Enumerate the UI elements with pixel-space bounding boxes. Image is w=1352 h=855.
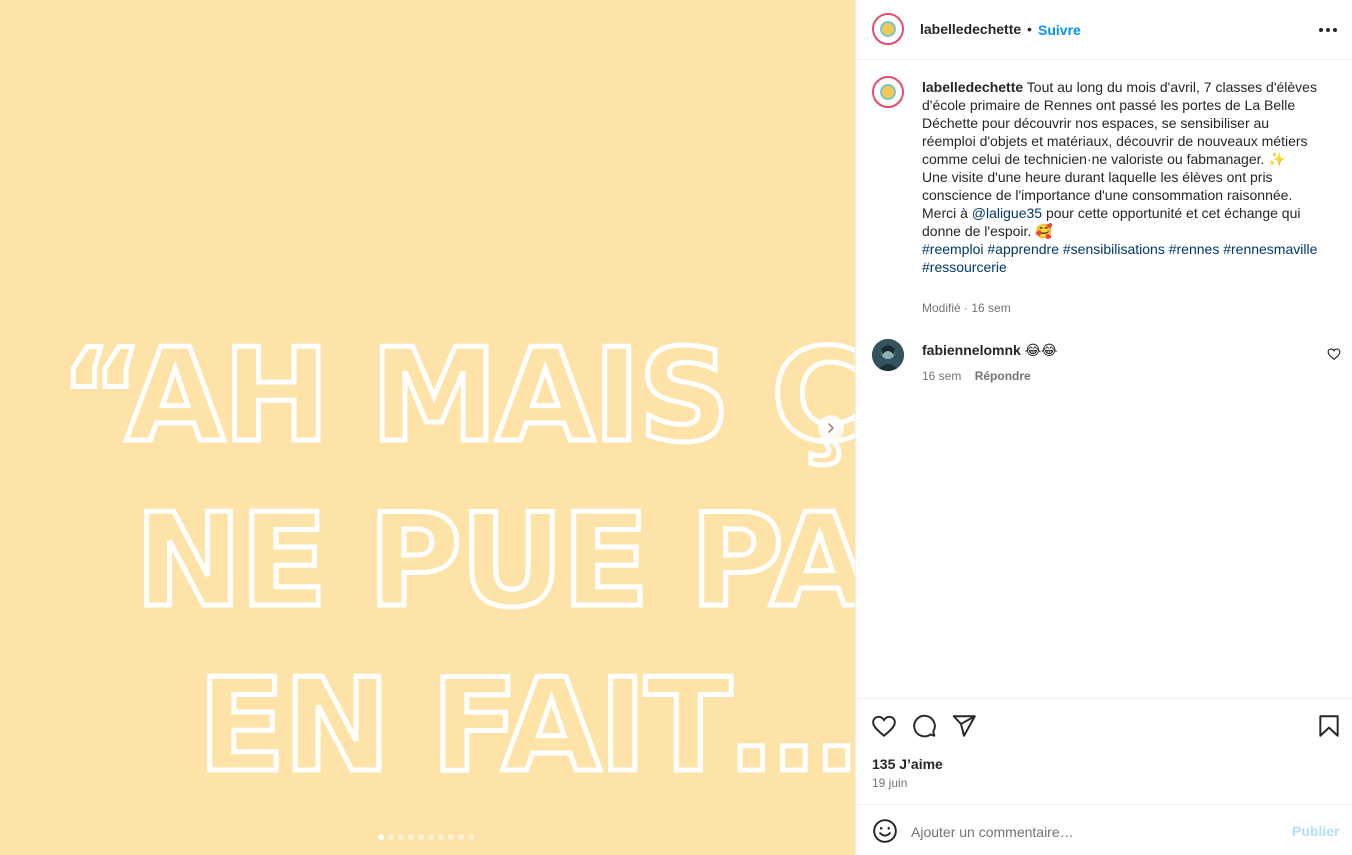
carousel-dot: [468, 834, 474, 840]
quote-line-1: “AH MAIS ÇA: [60, 322, 855, 471]
caption-time[interactable]: 16 sem: [971, 301, 1010, 315]
more-dot-icon: [1326, 28, 1330, 32]
carousel-dot: [408, 834, 414, 840]
caption-avatar[interactable]: [872, 76, 904, 108]
carousel-dot: [448, 834, 454, 840]
chevron-right-icon: [828, 423, 834, 433]
post-media: “AH MAIS ÇA NE PUE PAS EN FAIT…”: [0, 0, 855, 855]
commenter-avatar[interactable]: [872, 339, 904, 371]
post-caption: labelledechette Tout au long du mois d'a…: [922, 78, 1322, 276]
author-username[interactable]: labelledechette: [920, 21, 1021, 37]
caption-text-3a: Merci à: [922, 205, 968, 221]
more-dot-icon: [1333, 28, 1337, 32]
commenter-username[interactable]: fabiennelomnk: [922, 342, 1021, 358]
carousel-dot: [378, 834, 384, 840]
hashtag-link[interactable]: #apprendre: [987, 241, 1059, 257]
caption-username[interactable]: labelledechette: [922, 79, 1023, 95]
publish-button[interactable]: Publier: [1292, 823, 1339, 839]
add-comment-bar: Publier: [856, 804, 1352, 855]
comment-text: 😂😂: [1024, 342, 1058, 358]
profile-photo-icon: [872, 339, 904, 371]
post-header: labelledechette • Suivre: [856, 0, 1352, 60]
post-date[interactable]: 19 juin: [872, 776, 907, 790]
comment-bubble-icon[interactable]: [911, 713, 937, 739]
reply-button[interactable]: Répondre: [975, 369, 1031, 383]
carousel-dot: [398, 834, 404, 840]
carousel-dot: [438, 834, 444, 840]
quote-line-3: EN FAIT…”: [198, 652, 855, 801]
post-actions: 135 J’aime 19 juin: [856, 698, 1352, 804]
hashtag-link[interactable]: #reemploi: [922, 241, 983, 257]
likes-count[interactable]: 135 J’aime: [872, 756, 943, 772]
carousel-dot: [388, 834, 394, 840]
comment-like-heart-icon[interactable]: [1327, 347, 1341, 361]
hashtag-link[interactable]: #rennesmaville: [1223, 241, 1317, 257]
post-sidebar: labelledechette • Suivre labelledechette…: [855, 0, 1352, 855]
carousel-next-button[interactable]: [818, 415, 844, 441]
post-image: “AH MAIS ÇA NE PUE PAS EN FAIT…”: [0, 0, 856, 855]
share-send-icon[interactable]: [951, 713, 977, 739]
caption-text-2: Une visite d'une heure durant laquelle l…: [922, 169, 1293, 203]
comment-meta: 16 sem Répondre: [922, 369, 1031, 383]
quote-graphic: “AH MAIS ÇA NE PUE PAS EN FAIT…”: [58, 320, 856, 804]
hashtag-link[interactable]: #rennes: [1169, 241, 1220, 257]
hashtag-link[interactable]: #ressourcerie: [922, 259, 1007, 275]
author-avatar[interactable]: [872, 13, 904, 45]
logo-icon: [880, 84, 896, 100]
more-options-button[interactable]: [1316, 20, 1340, 40]
logo-icon: [880, 21, 896, 37]
header-separator: •: [1027, 21, 1032, 37]
comment-line: fabiennelomnk 😂😂: [922, 342, 1057, 359]
caption-meta: Modifié · 16 sem: [922, 301, 1011, 315]
hashtags: #reemploi #apprendre #sensibilisations #…: [922, 240, 1322, 276]
emoji-icon[interactable]: [872, 818, 898, 844]
edited-label: Modifié: [922, 301, 961, 315]
more-dot-icon: [1319, 28, 1323, 32]
carousel-indicator: [378, 834, 474, 840]
carousel-dot: [418, 834, 424, 840]
bookmark-icon[interactable]: [1316, 713, 1342, 739]
carousel-dot: [428, 834, 434, 840]
comment-time[interactable]: 16 sem: [922, 369, 961, 383]
carousel-dot: [458, 834, 464, 840]
follow-button[interactable]: Suivre: [1038, 22, 1081, 38]
comment-input[interactable]: [911, 821, 1271, 843]
mention-link[interactable]: @laligue35: [972, 205, 1042, 221]
like-heart-icon[interactable]: [871, 713, 897, 739]
quote-line-2: NE PUE PAS: [135, 487, 855, 636]
hashtag-link[interactable]: #sensibilisations: [1063, 241, 1165, 257]
